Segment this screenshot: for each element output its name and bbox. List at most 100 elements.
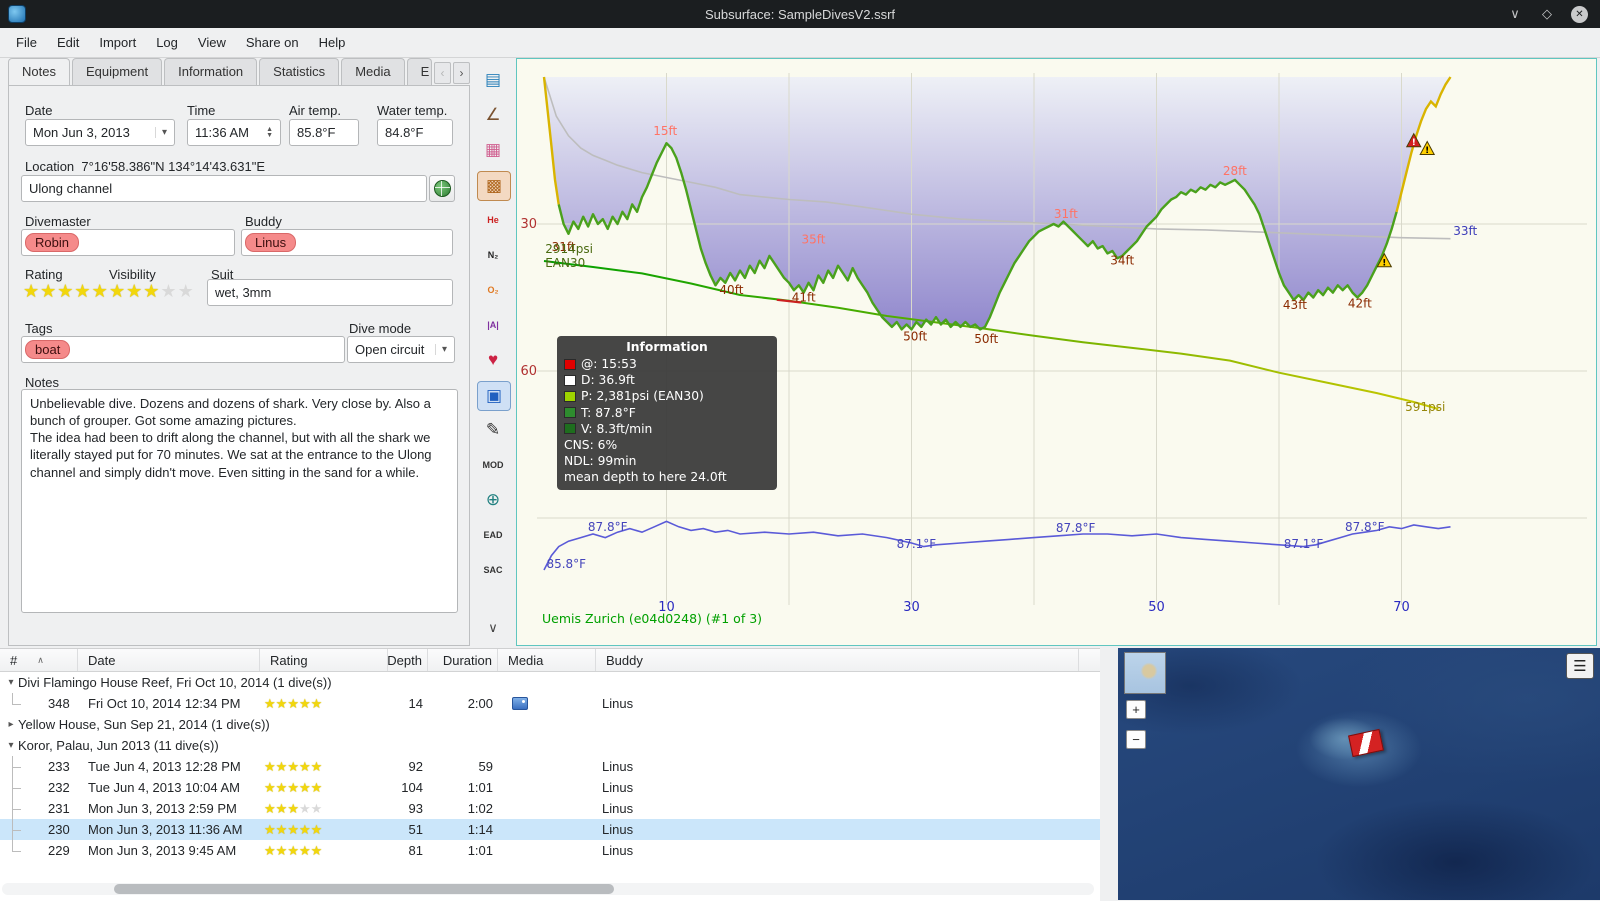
star-filled-icon: ★ — [287, 821, 299, 837]
svg-text:15ft: 15ft — [653, 124, 677, 138]
tab-notes[interactable]: Notes — [8, 58, 70, 87]
dive-row-231[interactable]: 231 Mon Jun 3, 2013 2:59 PM ★ ★ ★ ★ ★ 93 1:02 Lin… — [0, 798, 1100, 819]
dive-duration: 1:02 — [467, 801, 493, 816]
dive-duration: 1:01 — [467, 780, 493, 795]
chevron-down-icon[interactable]: ▾ — [4, 677, 18, 688]
svg-text:!: ! — [1382, 258, 1386, 268]
pp-he-icon[interactable]: He — [477, 206, 509, 234]
close-button[interactable]: ✕ — [1571, 5, 1588, 23]
dive-depth: 93 — [408, 801, 423, 816]
trip-row[interactable]: ▸ Yellow House, Sun Sep 21, 2014 (1 dive(… — [0, 714, 1100, 735]
dive-date: Mon Jun 3, 2013 11:36 AM — [88, 822, 243, 837]
dive-number: 229 — [48, 843, 70, 858]
photos-toggle-icon[interactable]: ▩ — [477, 171, 511, 201]
tab-information[interactable]: Information — [164, 58, 258, 85]
column-header-depth[interactable]: Depth — [387, 649, 428, 671]
notes-form: Date Time Air temp. Water temp. Mon Jun … — [8, 85, 470, 646]
menu-share-on[interactable]: Share on — [236, 30, 309, 55]
svg-text:EAN30: EAN30 — [545, 256, 585, 270]
pp-n2-icon[interactable]: N₂ — [477, 241, 509, 269]
star-filled-icon: ★ — [275, 758, 288, 774]
pp-o2-icon[interactable]: O₂ — [477, 276, 509, 304]
map-overview-inset[interactable] — [1124, 652, 1166, 694]
column-header-buddy[interactable]: Buddy — [596, 649, 1079, 671]
menu-log[interactable]: Log — [146, 30, 188, 55]
legend-swatch — [564, 358, 576, 370]
dive-computer-icon[interactable]: ▤ — [477, 66, 509, 94]
rating-stars[interactable]: ★★★★★ — [23, 281, 109, 302]
tab-media[interactable]: Media — [341, 58, 405, 85]
column-header-num[interactable]: # ∧ — [0, 649, 78, 671]
dive-mode-select[interactable]: Open circuit ▾ — [347, 336, 455, 363]
picture-toggle-icon[interactable]: ▣ — [477, 381, 511, 411]
tab-scroll-right-button[interactable]: › — [453, 62, 470, 84]
menu-import[interactable]: Import — [89, 30, 146, 55]
column-header-date[interactable]: Date — [78, 649, 260, 671]
dive-depth: 81 — [408, 843, 423, 858]
map-zoom-in-button[interactable]: + — [1126, 700, 1146, 719]
tab-scroll-left-button[interactable]: ‹ — [434, 62, 451, 84]
horizontal-scrollbar[interactable] — [2, 883, 1094, 895]
visibility-stars[interactable]: ★★★★★ — [109, 281, 195, 302]
dive-profile-chart[interactable]: 31ft 15ft 40ft 41ft 35ft 50ft 50ft 31ft 34ft 28ft… — [516, 58, 1597, 646]
location-input[interactable]: Ulong channel — [21, 175, 427, 202]
time-input[interactable]: 11:36 AM ▲ ▼ — [187, 119, 281, 146]
divemaster-input[interactable]: Robin — [21, 229, 235, 256]
buddy-input[interactable]: Linus — [241, 229, 453, 256]
heart-rate-icon[interactable]: ♥ — [477, 346, 509, 374]
maximize-button[interactable]: ◇ — [1539, 6, 1555, 22]
dive-site-marker[interactable] — [1348, 728, 1384, 758]
star-empty-icon: ★ — [298, 800, 311, 816]
water-temp-input[interactable]: 84.8°F — [377, 119, 453, 146]
mod-icon[interactable]: MOD — [477, 451, 509, 479]
horizontal-scrollbar-thumb[interactable] — [114, 884, 614, 894]
star-filled-icon: ★ — [275, 800, 288, 816]
sac-icon[interactable]: SAC — [477, 556, 509, 584]
tab-statistics[interactable]: Statistics — [259, 58, 340, 85]
chevron-right-icon[interactable]: ▸ — [4, 719, 18, 730]
ead-icon[interactable]: EAD — [477, 521, 509, 549]
dive-row-348[interactable]: 348 Fri Oct 10, 2014 12:34 PM ★ ★ ★ ★ ★ 14 2:00 L… — [0, 693, 1100, 714]
ceiling-icon[interactable]: ⊕ — [477, 486, 509, 514]
menu-view[interactable]: View — [188, 30, 236, 55]
divemaster-chip[interactable]: Robin — [25, 233, 79, 252]
trip-row[interactable]: ▾ Divi Flamingo House Reef, Fri Oct 10, 2… — [0, 672, 1100, 693]
tab-e[interactable]: E — [406, 58, 432, 85]
chevron-down-icon[interactable]: ▾ — [4, 740, 18, 751]
svg-text:87.8°F: 87.8°F — [588, 520, 628, 534]
minimize-button[interactable]: ∨ — [1507, 6, 1523, 22]
map-lookup-button[interactable] — [429, 175, 455, 202]
media-icon[interactable] — [512, 697, 528, 710]
tank-bar-icon[interactable]: ✎ — [477, 416, 509, 444]
buddy-chip[interactable]: Linus — [245, 233, 297, 252]
column-header-media[interactable]: Media — [498, 649, 596, 671]
dive-site-map[interactable]: + − ☰ — [1118, 648, 1600, 900]
svg-text:Uemis Zurich (e04d0248) (#1 of: Uemis Zurich (e04d0248) (#1 of 3) — [542, 611, 762, 626]
star-empty-icon: ★ — [177, 281, 195, 301]
menu-edit[interactable]: Edit — [47, 30, 89, 55]
collapse-chevron-icon[interactable]: ∨ — [480, 620, 506, 640]
tissues-icon[interactable]: |A| — [477, 311, 509, 339]
tab-equipment[interactable]: Equipment — [71, 58, 163, 85]
dive-row-229[interactable]: 229 Mon Jun 3, 2013 9:45 AM ★ ★ ★ ★ ★ 81 1:01 Lin… — [0, 840, 1100, 861]
date-input[interactable]: Mon Jun 3, 2013 ▾ — [25, 119, 175, 146]
column-header-rating[interactable]: Rating — [260, 649, 388, 671]
spinner-arrows-icon[interactable]: ▲ ▼ — [266, 126, 273, 139]
tags-input[interactable]: boat — [21, 336, 345, 363]
trip-row[interactable]: ▾ Koror, Palau, Jun 2013 (11 dive(s)) — [0, 735, 1100, 756]
suit-input[interactable]: wet, 3mm — [207, 279, 453, 306]
menu-help[interactable]: Help — [309, 30, 356, 55]
menu-file[interactable]: File — [6, 30, 47, 55]
dive-row-232[interactable]: 232 Tue Jun 4, 2013 10:04 AM ★ ★ ★ ★ ★ 104 1:01 L… — [0, 777, 1100, 798]
column-header-duration[interactable]: Duration — [428, 649, 498, 671]
grid-icon[interactable]: ▦ — [477, 136, 509, 164]
dive-row-233[interactable]: 233 Tue Jun 4, 2013 12:28 PM ★ ★ ★ ★ ★ 92 59 Linu… — [0, 756, 1100, 777]
map-zoom-out-button[interactable]: − — [1126, 730, 1146, 749]
tooltip-row: P: 2,381psi (EAN30) — [564, 388, 770, 404]
map-menu-button[interactable]: ☰ — [1566, 653, 1594, 679]
notes-textarea[interactable]: Unbelievable dive. Dozens and dozens of … — [21, 389, 458, 613]
tag-chip[interactable]: boat — [25, 340, 71, 359]
air-temp-input[interactable]: 85.8°F — [289, 119, 359, 146]
dive-row-230[interactable]: 230 Mon Jun 3, 2013 11:36 AM ★ ★ ★ ★ ★ 51 1:14 Li… — [0, 819, 1100, 840]
ruler-icon[interactable]: ∠ — [477, 101, 509, 129]
